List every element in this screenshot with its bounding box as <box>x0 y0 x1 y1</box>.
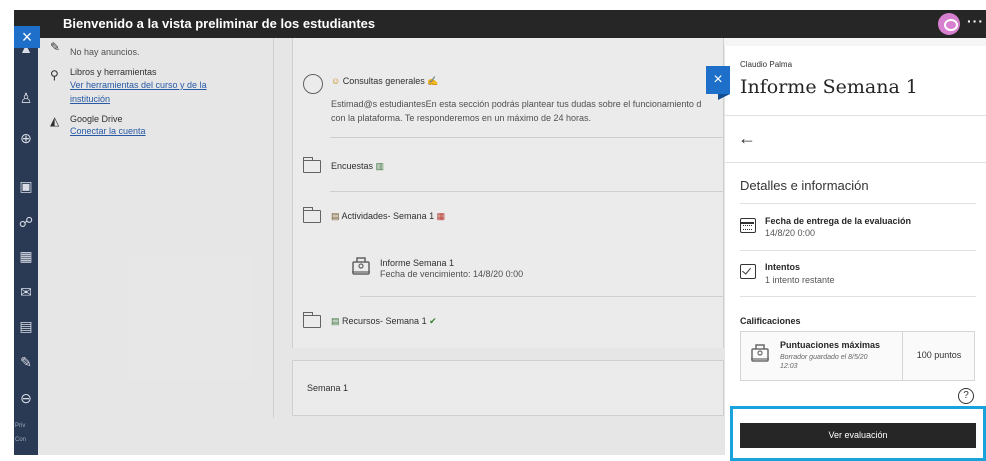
consultas-description-cont: con la plataforma. Te responderemos en u… <box>331 113 591 123</box>
profile-icon[interactable]: ♙ <box>14 88 38 108</box>
calendar-icon <box>740 218 756 233</box>
discussion-icon <box>303 74 323 94</box>
due-date-label: Fecha de entrega de la evaluación <box>765 216 912 226</box>
week-section[interactable]: Semana 1 <box>292 360 724 416</box>
week-title: Semana 1 <box>307 383 349 393</box>
student-name: Claudio Palma <box>740 60 793 69</box>
grade-card[interactable]: Puntuaciones máximas Borrador guardado e… <box>740 331 975 381</box>
left-navigation: ▲ ♙ ⊕ ▣ ☍ ▦ ✉ ▤ ✎ ⊖ Priv Con <box>14 38 38 455</box>
grade-points: 100 puntos <box>916 350 962 360</box>
checkbox-icon <box>740 264 756 279</box>
divider <box>740 296 976 297</box>
more-options-icon[interactable]: ··· <box>967 13 984 29</box>
divider <box>330 191 724 192</box>
attempts-label: Intentos <box>765 262 800 272</box>
actividades-title[interactable]: ▤ Actividades- Semana 1 ▦ <box>331 211 445 222</box>
folder-icon <box>302 157 321 173</box>
encuestas-title-text: Encuestas <box>331 161 374 171</box>
privacy-link[interactable]: Priv <box>15 423 25 429</box>
panel-title: Informe Semana 1 <box>740 76 918 98</box>
recursos-title[interactable]: ▤ Recursos- Semana 1 ✔ <box>331 316 437 327</box>
divider <box>740 203 976 204</box>
help-icon[interactable]: ? <box>958 388 974 404</box>
contact-link[interactable]: Con <box>15 437 26 443</box>
back-arrow-icon[interactable]: ← <box>738 128 756 149</box>
encuestas-title[interactable]: Encuestas ▥ <box>331 161 384 172</box>
courses-icon[interactable]: ▣ <box>14 176 38 196</box>
folder-open-icon <box>302 207 321 223</box>
folder-icon <box>302 312 321 328</box>
consultas-title[interactable]: ☺ Consultas generales ✍ <box>331 76 439 87</box>
left-column-divider <box>273 38 274 418</box>
student-preview-window: Bienvenido a la vista preliminar de los … <box>0 0 986 461</box>
user-avatar[interactable] <box>938 13 960 35</box>
organizations-icon[interactable]: ☍ <box>14 212 38 232</box>
tools-link-icon: ⚲ <box>50 68 59 82</box>
recursos-title-text: Recursos- Semana 1 <box>342 316 427 326</box>
close-preview-button[interactable]: × <box>14 26 40 48</box>
view-assessment-button[interactable]: Ver evaluación <box>740 423 976 448</box>
actividades-title-text: Actividades- Semana 1 <box>341 211 435 221</box>
grade-draft-line1: Borrador guardado el 8/5/20 <box>780 354 868 361</box>
announcements-text: No hay anuncios. <box>70 47 140 57</box>
details-section-title: Detalles e información <box>740 178 869 193</box>
books-tools-link-cont[interactable]: institución <box>70 94 110 104</box>
divider <box>740 250 976 251</box>
tools-icon[interactable]: ✎ <box>14 352 38 372</box>
divider <box>330 137 724 138</box>
assignment-grade-icon <box>751 344 769 362</box>
consultas-title-text: Consultas generales <box>342 76 425 86</box>
grades-icon[interactable]: ▤ <box>14 316 38 336</box>
close-panel-button[interactable]: × <box>706 66 730 100</box>
informe-link[interactable]: Informe Semana 1 <box>380 258 454 268</box>
assignment-icon <box>352 257 370 275</box>
due-date-value: 14/8/20 0:00 <box>765 228 816 238</box>
messages-icon[interactable]: ✉ <box>14 282 38 302</box>
informe-due-date: Fecha de vencimiento: 14/8/20 0:00 <box>380 269 524 279</box>
grade-draft-info: Borrador guardado el 8/5/20 12:03 <box>780 353 892 371</box>
google-drive-icon: ◭ <box>50 114 60 128</box>
consultas-description: Estimad@s estudiantesEn esta sección pod… <box>331 99 702 109</box>
divider <box>725 162 986 163</box>
globe-icon[interactable]: ⊕ <box>14 128 38 148</box>
books-tools-link[interactable]: Ver herramientas del curso y de la <box>70 80 207 90</box>
preview-title: Bienvenido a la vista preliminar de los … <box>63 16 376 31</box>
preview-topbar: Bienvenido a la vista preliminar de los … <box>14 10 986 38</box>
google-drive-title: Google Drive <box>70 114 123 124</box>
divider <box>725 115 986 116</box>
divider <box>360 296 724 297</box>
announcement-icon: ✎ <box>50 40 61 54</box>
grade-draft-line2: 12:03 <box>780 363 798 370</box>
google-drive-link[interactable]: Conectar la cuenta <box>70 126 146 136</box>
books-tools-title: Libros y herramientas <box>70 67 157 77</box>
calendar-icon[interactable]: ▦ <box>14 246 38 266</box>
grades-title: Calificaciones <box>740 316 801 326</box>
grade-label: Puntuaciones máximas <box>780 340 881 350</box>
signout-icon[interactable]: ⊖ <box>14 388 38 408</box>
attempts-value: 1 intento restante <box>765 275 835 285</box>
